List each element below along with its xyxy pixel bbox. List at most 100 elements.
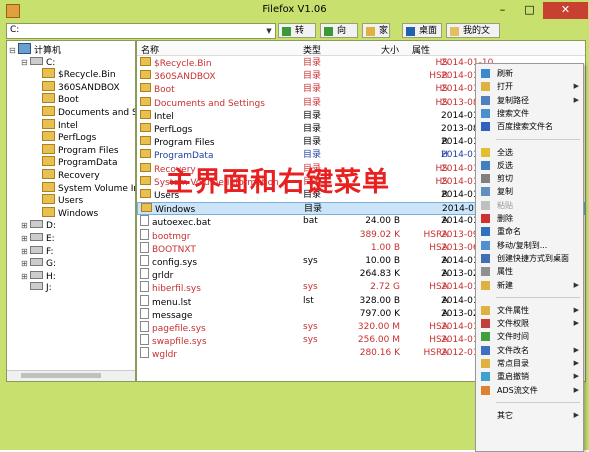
- file-icon: [140, 215, 149, 227]
- menu-item[interactable]: 其它 ▶: [476, 409, 583, 422]
- column-header-size[interactable]: 大小: [381, 43, 399, 56]
- menu-item[interactable]: 移动/复制到...: [476, 239, 583, 252]
- menu-item[interactable]: 粘贴: [476, 199, 583, 212]
- tree-item[interactable]: Documents and Se: [33, 106, 135, 119]
- menu-item[interactable]: 文件属性 ▶: [476, 304, 583, 317]
- tree-item[interactable]: System Volume Inf: [33, 181, 135, 195]
- tree-item[interactable]: $Recycle.Bin: [33, 68, 116, 81]
- go-button[interactable]: 转到: [278, 23, 316, 51]
- tree-item[interactable]: Recovery: [33, 169, 100, 182]
- cut-icon: [481, 174, 490, 184]
- minimize-button[interactable]: –: [489, 2, 516, 19]
- tree-item[interactable]: Intel: [33, 118, 78, 132]
- folder-icon: [42, 143, 55, 154]
- scroll-thumb[interactable]: [21, 373, 101, 378]
- folder-icon: [42, 118, 55, 129]
- menu-item[interactable]: 全选: [476, 146, 583, 159]
- tree-item[interactable]: ⊟ 计算机: [9, 43, 61, 56]
- column-header-name[interactable]: 名称: [141, 43, 159, 56]
- file-date-cell: 2012-01: [441, 348, 479, 359]
- folder-icon: [140, 96, 151, 106]
- menu-item[interactable]: 文件时间: [476, 330, 583, 343]
- folder-icon: [42, 194, 55, 205]
- menu-item-label: 打开: [497, 82, 513, 92]
- folder-icon: [42, 131, 55, 142]
- drive-icon: [30, 233, 43, 241]
- tree-expander-icon[interactable]: ⊟: [9, 44, 18, 57]
- menu-item-label: 文件属性: [497, 305, 529, 315]
- address-field[interactable]: C: ▼: [6, 23, 276, 39]
- menu-item[interactable]: 反选: [476, 159, 583, 172]
- tree-item[interactable]: ⊟ C:: [21, 56, 55, 69]
- tree-item[interactable]: J:: [21, 282, 52, 295]
- tree-expander-icon[interactable]: ⊞: [21, 232, 30, 245]
- menu-item[interactable]: 搜索文件: [476, 107, 583, 120]
- menu-item[interactable]: 新建 ▶: [476, 279, 583, 292]
- submenu-arrow-icon: ▶: [573, 82, 579, 91]
- up-button[interactable]: 向上: [320, 23, 358, 51]
- tree-item[interactable]: 360SANDBOX: [33, 80, 120, 94]
- tree-item[interactable]: ⊞ F:: [21, 245, 54, 258]
- menu-item-label: 全选: [497, 147, 513, 157]
- folder-icon: [42, 106, 55, 116]
- ads-stream-icon: [481, 385, 490, 395]
- documents-icon: [450, 27, 459, 36]
- tree-item[interactable]: PerfLogs: [33, 131, 96, 144]
- menu-item[interactable]: 文件权限 ▶: [476, 317, 583, 330]
- search-file-icon: [481, 108, 490, 118]
- menu-item[interactable]: 剪切: [476, 172, 583, 185]
- file-name-cell: 360SANDBOX: [140, 70, 216, 84]
- column-header-attr[interactable]: 属性: [412, 43, 430, 56]
- tree-item[interactable]: ⊞ E:: [21, 232, 55, 245]
- column-header-type[interactable]: 类型: [303, 43, 321, 56]
- tree-item[interactable]: ⊞ H:: [21, 270, 56, 283]
- menu-item[interactable]: 复制: [476, 185, 583, 198]
- menu-item[interactable]: 创建快捷方式到桌面: [476, 252, 583, 265]
- submenu-arrow-icon: ▶: [573, 345, 579, 354]
- menu-item[interactable]: 常点目录 ▶: [476, 357, 583, 370]
- home-button[interactable]: 家: [362, 23, 390, 38]
- tree-item-label: Boot: [58, 95, 79, 106]
- folder-icon: [42, 206, 55, 217]
- menu-item[interactable]: ADS流文件 ▶: [476, 384, 583, 397]
- tree-expander-icon[interactable]: ⊞: [21, 219, 30, 232]
- menu-item[interactable]: 重命名: [476, 225, 583, 238]
- close-button[interactable]: ✕: [543, 2, 588, 19]
- menu-item[interactable]: 打开 ▶: [476, 80, 583, 93]
- maximize-button[interactable]: □: [516, 2, 543, 19]
- file-name: menu.lst: [152, 297, 192, 308]
- menu-item[interactable]: 百度搜索文件名: [476, 120, 583, 133]
- file-name-cell: Boot: [140, 83, 175, 97]
- file-type-cell: bat: [303, 216, 318, 227]
- menu-item[interactable]: 刷新: [476, 67, 583, 80]
- file-date-cell: 2014-01: [441, 176, 479, 187]
- tree-item[interactable]: ProgramData: [33, 156, 117, 169]
- file-name: Intel: [154, 111, 174, 122]
- tree-item[interactable]: Windows: [33, 206, 98, 220]
- menu-item[interactable]: 删除: [476, 212, 583, 225]
- file-name-cell: Program Files: [140, 136, 215, 150]
- desktop-icon: [406, 27, 415, 36]
- tree-item[interactable]: ⊞ G:: [21, 257, 56, 270]
- tree-item-label: Recovery: [58, 171, 100, 181]
- tree-expander-icon[interactable]: ⊞: [21, 257, 30, 270]
- tree-item[interactable]: Users: [33, 194, 83, 207]
- file-date-cell: 2014-01: [441, 163, 479, 174]
- menu-item[interactable]: 复制路径 ▶: [476, 94, 583, 107]
- menu-item[interactable]: 重启撤销 ▶: [476, 370, 583, 383]
- tree-item[interactable]: Program Files: [33, 143, 119, 157]
- tree-item[interactable]: ⊞ D:: [21, 219, 56, 232]
- menu-item[interactable]: 文件改名 ▶: [476, 344, 583, 357]
- file-size-cell: 389.02 K: [359, 229, 400, 240]
- tree-horizontal-scrollbar[interactable]: [7, 370, 135, 381]
- copy-icon: [481, 187, 490, 197]
- desktop-button[interactable]: 桌面: [402, 23, 442, 38]
- tree-expander-icon[interactable]: ⊟: [21, 56, 30, 69]
- tree-expander-icon[interactable]: ⊞: [21, 245, 30, 258]
- menu-item[interactable]: 属性: [476, 265, 583, 278]
- tree-expander-icon[interactable]: ⊞: [21, 270, 30, 283]
- my-documents-button[interactable]: 我的文档: [446, 23, 500, 51]
- menu-item-label: 复制路径: [497, 95, 529, 105]
- chevron-down-icon[interactable]: ▼: [264, 24, 274, 38]
- tree-item[interactable]: Boot: [33, 93, 79, 106]
